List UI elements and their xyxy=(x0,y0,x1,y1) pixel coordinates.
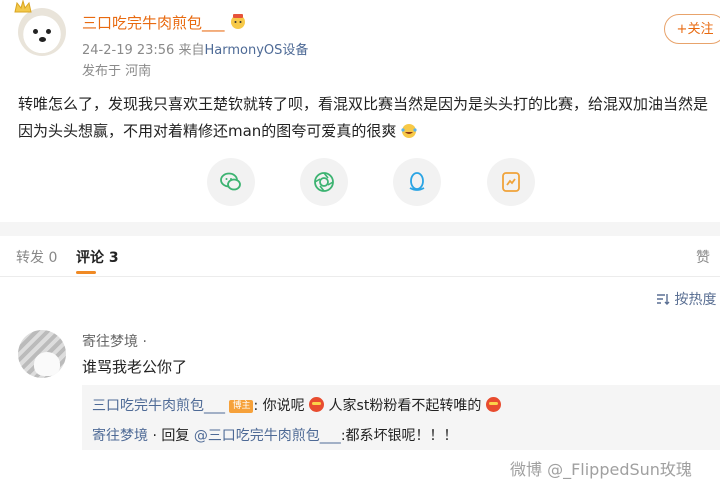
qzone-icon xyxy=(502,172,520,192)
reply-author[interactable]: 寄往梦境 xyxy=(92,428,148,444)
tab-repost[interactable]: 转发 0 xyxy=(16,247,57,267)
post-timestamp: 24-2-19 23:56 xyxy=(82,43,175,58)
post-card: 三口吃完牛肉煎包___ 24-2-19 23:56 来自HarmonyOS设备 … xyxy=(0,0,720,222)
active-tab-indicator xyxy=(76,271,96,274)
source-prefix: 来自 xyxy=(178,43,205,58)
reply-mention[interactable]: @三口吃完牛肉煎包___ xyxy=(194,428,341,444)
avatar-eye xyxy=(46,29,51,34)
watermark: 微博 @_FlippedSun玫瑰 xyxy=(510,460,692,479)
sort-button[interactable]: 按热度 xyxy=(656,289,716,309)
comment-text: 谁骂我老公你了 xyxy=(82,358,188,376)
reply-text: :都系坏银呢！！！ xyxy=(340,428,458,444)
post-username[interactable]: 三口吃完牛肉煎包___ xyxy=(82,12,225,33)
reply-text: : 你说呢 xyxy=(253,398,305,414)
angry-emoji-icon xyxy=(485,397,501,412)
share-qq-button[interactable] xyxy=(393,158,441,206)
avatar-nose xyxy=(39,37,46,42)
avatar-eye xyxy=(33,29,38,34)
laugh-cry-emoji-icon xyxy=(401,124,417,138)
tab-comment[interactable]: 评论 3 xyxy=(76,247,119,267)
user-avatar[interactable] xyxy=(18,8,66,56)
qq-icon xyxy=(409,172,425,191)
reply-text: 人家st粉粉看不起转唯的 xyxy=(328,398,482,414)
follow-button[interactable]: +关注 xyxy=(664,14,720,44)
moments-icon xyxy=(314,172,334,192)
reply-item: 寄往梦境 · 回复 @三口吃完牛肉煎包___:都系坏银呢！！！ xyxy=(92,425,458,445)
sort-label: 按热度 xyxy=(674,292,717,308)
post-source[interactable]: HarmonyOS设备 xyxy=(205,43,309,58)
post-text: 转唯怎么了，发现我只喜欢王楚钦就转了呗，看混双比赛当然是因为是头头打的比赛，给混… xyxy=(18,91,708,145)
comment-author[interactable]: 寄往梦境 · xyxy=(82,331,147,351)
author-tag: 博主 xyxy=(229,400,254,413)
reply-author[interactable]: 三口吃完牛肉煎包___ xyxy=(92,398,225,414)
post-location: 发布于 河南 xyxy=(82,64,152,79)
post-body: 转唯怎么了，发现我只喜欢王楚钦就转了呗，看混双比赛当然是因为是头头打的比赛，给混… xyxy=(18,95,709,140)
reply-thread[interactable]: 三口吃完牛肉煎包___ 博主: 你说呢 人家st粉粉看不起转唯的 寄往梦境 · … xyxy=(82,385,720,450)
post-meta: 24-2-19 23:56 来自HarmonyOS设备 xyxy=(82,39,308,58)
share-qzone-button[interactable] xyxy=(487,158,535,206)
sort-icon xyxy=(657,294,670,305)
reply-connector: · 回复 xyxy=(148,428,194,444)
post-tabs: 转发 0 评论 3 赞 xyxy=(0,236,720,277)
angry-emoji-icon xyxy=(309,397,325,412)
share-wechat-button[interactable] xyxy=(207,158,255,206)
avatar-dog xyxy=(34,352,60,376)
tab-like[interactable]: 赞 xyxy=(696,247,710,267)
smiley-badge-icon xyxy=(231,14,245,29)
share-moments-button[interactable] xyxy=(300,158,348,206)
commenter-avatar[interactable] xyxy=(18,330,66,378)
wechat-icon xyxy=(220,172,241,191)
crown-icon xyxy=(14,0,32,13)
reply-item: 三口吃完牛肉煎包___ 博主: 你说呢 人家st粉粉看不起转唯的 xyxy=(92,395,501,415)
